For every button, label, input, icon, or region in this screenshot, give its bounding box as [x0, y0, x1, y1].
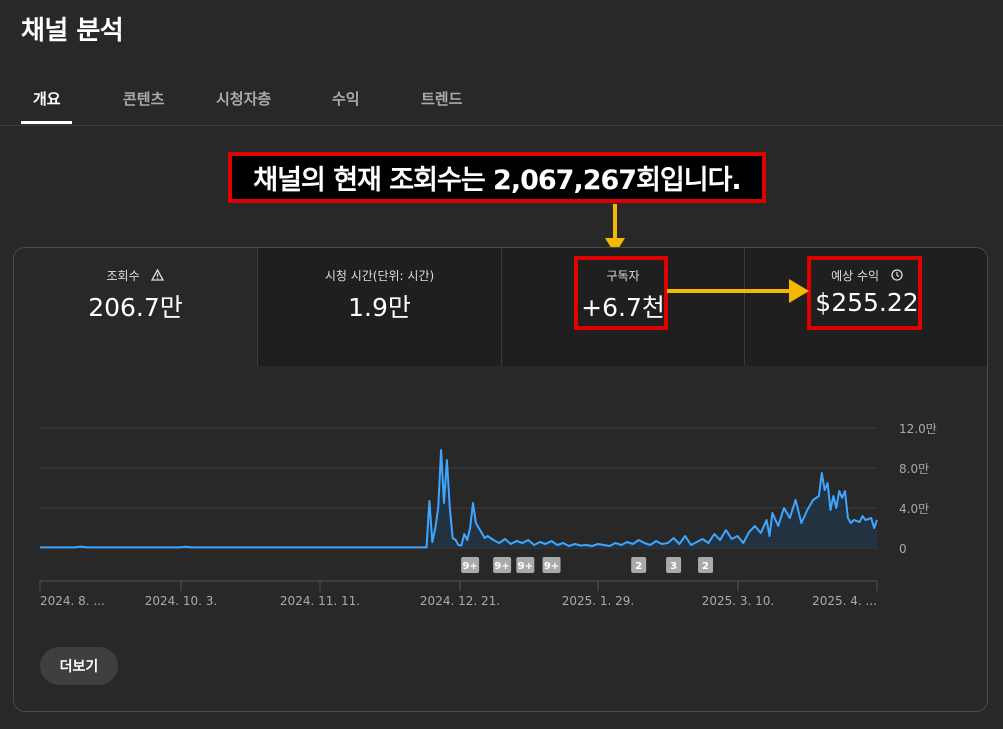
video-marker-label: 9+ — [462, 561, 477, 572]
video-marker-label: 9+ — [494, 561, 509, 572]
more-button[interactable]: 더보기 — [40, 647, 118, 685]
series-area — [40, 450, 877, 548]
y-tick-label: 0 — [899, 542, 907, 556]
x-tick-label: 2024. 10. 3. — [145, 594, 218, 608]
video-marker-label: 2 — [635, 561, 642, 572]
x-tick-label: 2025. 3. 10. — [702, 594, 775, 608]
y-tick-label: 12.0만 — [899, 422, 937, 436]
y-tick-label: 4.0만 — [899, 502, 929, 516]
video-marker-label: 3 — [670, 561, 677, 572]
views-chart: 0 4.0만 8.0만 12.0만 9+ 9+ 9+ 9+ 2 3 2 2024. 8. ... 202… — [39, 422, 937, 608]
x-tick-label: 2025. 1. 29. — [562, 594, 635, 608]
y-tick-label: 8.0만 — [899, 462, 929, 476]
x-tick-label: 2024. 11. 11. — [280, 594, 360, 608]
x-tick-label: 2024. 12. 21. — [420, 594, 500, 608]
x-tick-label: 2025. 4. ... — [812, 594, 877, 608]
video-marker-label: 2 — [702, 561, 709, 572]
video-marker-label: 9+ — [544, 561, 559, 572]
x-tick-label: 2024. 8. ... — [40, 594, 105, 608]
video-marker-label: 9+ — [518, 561, 533, 572]
